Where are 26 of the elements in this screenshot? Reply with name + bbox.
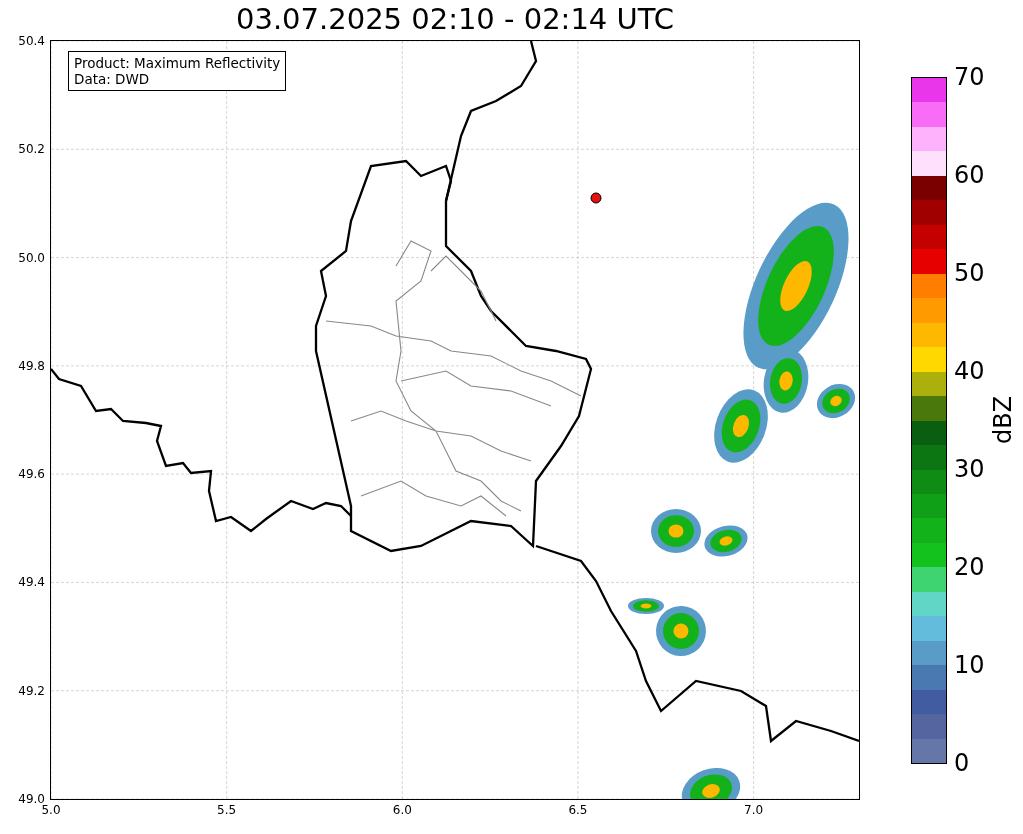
x-tick-label: 5.0 bbox=[41, 803, 61, 817]
y-tick-label: 49.4 bbox=[18, 575, 45, 590]
legend-text: Data: DWD bbox=[74, 71, 151, 87]
colorbar-tick-label: 50 bbox=[954, 259, 985, 287]
colorbar-tick-label: 60 bbox=[954, 161, 985, 189]
x-tick-label: 6.0 bbox=[392, 803, 412, 817]
y-tick-label: 49.0 bbox=[18, 792, 45, 806]
chart-title: 03.07.2025 02:10 - 02:14 UTC bbox=[235, 2, 675, 36]
x-tick-label: 7.0 bbox=[744, 803, 764, 817]
location-marker bbox=[590, 192, 601, 204]
y-tick-label: 50.0 bbox=[18, 250, 45, 265]
colorbar-label: dBZ bbox=[989, 395, 1017, 445]
colorbar-tick-label: 70 bbox=[954, 63, 985, 91]
legend-text: Product: Maximum Reflectivity bbox=[74, 55, 281, 71]
colorbar-tick-label: 40 bbox=[954, 357, 985, 385]
x-tick-label: 6.5 bbox=[568, 803, 588, 817]
y-tick-label: 50.4 bbox=[18, 34, 45, 48]
x-tick-label: 5.5 bbox=[217, 803, 237, 817]
colorbar-tick-label: 30 bbox=[954, 455, 985, 483]
y-tick-label: 49.8 bbox=[18, 358, 45, 373]
colorbar-tick-label: 0 bbox=[954, 749, 970, 777]
y-tick-label: 49.2 bbox=[18, 683, 45, 698]
y-tick-label: 49.6 bbox=[18, 467, 45, 482]
colorbar-tick-label: 10 bbox=[954, 651, 985, 679]
y-tick-label: 50.2 bbox=[18, 142, 45, 157]
colorbar-tick-label: 20 bbox=[954, 553, 985, 581]
